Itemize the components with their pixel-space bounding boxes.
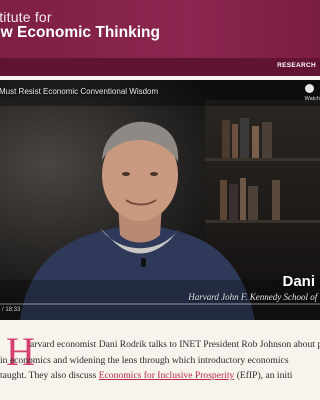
video-duration: / 18:33	[2, 307, 21, 313]
clock-icon[interactable]	[305, 84, 314, 93]
site-brand-line1[interactable]: stitute for	[0, 9, 52, 25]
speaker-affiliation: Harvard John F. Kennedy School of G	[188, 292, 320, 302]
site-header: stitute for ew Economic Thinking	[0, 0, 320, 58]
video-player[interactable]: Must Resist Economic Conventional Wisdom…	[0, 80, 320, 320]
site-brand-line2[interactable]: ew Economic Thinking	[0, 24, 160, 42]
nav-item-research[interactable]: RESEARCH	[277, 62, 316, 69]
paragraph-line-3-prefix: taught. They also discuss	[0, 370, 99, 381]
efip-link[interactable]: Economics for Inclusive Prosperity	[99, 370, 235, 381]
paragraph-line-1: arvard economist Dani Rodrik talks to IN…	[30, 339, 320, 350]
article-paragraph: arvard economist Dani Rodrik talks to IN…	[0, 337, 320, 384]
article-body: H arvard economist Dani Rodrik talks to …	[0, 320, 320, 400]
main-nav: RESEARCH	[0, 58, 320, 76]
speaker-name: Dani R	[282, 273, 320, 290]
paragraph-line-2: in economics and widening the lens throu…	[0, 354, 289, 366]
paragraph-line-3: taught. They also discuss Economics for …	[0, 368, 320, 384]
video-title[interactable]: Must Resist Economic Conventional Wisdom	[0, 87, 158, 96]
video-progress-bar[interactable]	[0, 303, 320, 305]
paragraph-line-3-suffix: (EfIP), an initi	[234, 370, 293, 381]
watch-later-label[interactable]: Watch	[305, 96, 320, 102]
video-frame-image	[0, 80, 320, 320]
